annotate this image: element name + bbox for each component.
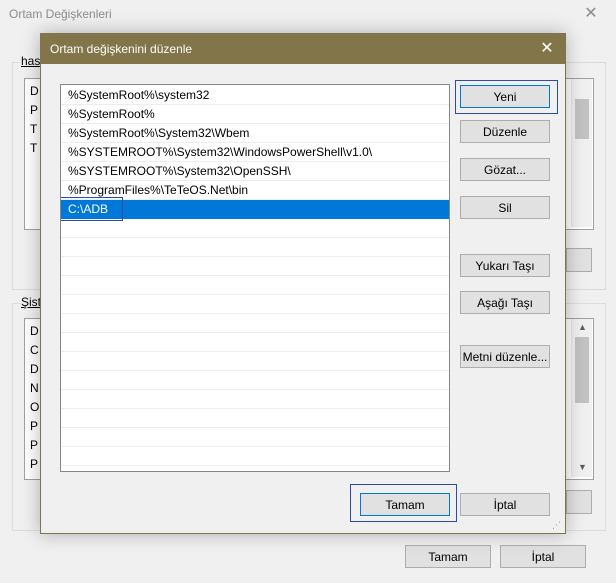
edit-env-variable-dialog: Ortam değişkenini düzenle ✕ %SystemRoot%… — [40, 33, 566, 534]
empty-list-row — [61, 238, 449, 257]
dialog-titlebar[interactable]: Ortam değişkenini düzenle ✕ — [41, 34, 565, 64]
system-list-scrollbar[interactable]: ▲ ▼ — [571, 319, 592, 477]
ok-button[interactable]: Tamam — [360, 493, 450, 516]
parent-cancel-button[interactable]: İptal — [500, 545, 586, 568]
resize-grip-icon[interactable]: ⋰ — [552, 520, 562, 530]
move-down-button[interactable]: Aşağı Taşı — [460, 291, 550, 314]
empty-list-row — [61, 352, 449, 371]
path-list-item[interactable]: %SystemRoot%\System32\Wbem — [61, 124, 449, 143]
inline-edit-box[interactable] — [61, 197, 123, 221]
path-list-item[interactable]: %SystemRoot%\system32 — [61, 86, 449, 105]
scroll-down-icon[interactable]: ▼ — [574, 459, 591, 476]
empty-list-row — [61, 295, 449, 314]
empty-list-row — [61, 447, 449, 466]
parent-ok-button[interactable]: Tamam — [405, 545, 491, 568]
empty-list-row — [61, 314, 449, 333]
close-icon[interactable]: ✕ — [535, 37, 559, 61]
parent-close-icon[interactable]: ✕ — [576, 2, 606, 26]
edit-button[interactable]: Düzenle — [460, 120, 550, 143]
path-list-item[interactable]: %SystemRoot% — [61, 105, 449, 124]
path-list-item[interactable]: %SYSTEMROOT%\System32\WindowsPowerShell\… — [61, 143, 449, 162]
scroll-up-icon[interactable]: ▲ — [574, 319, 591, 336]
scrollbar-thumb[interactable] — [575, 99, 589, 139]
user-list-scrollbar[interactable] — [571, 79, 592, 227]
parent-system-button[interactable] — [566, 490, 592, 514]
path-list-item-selected[interactable]: C:\ADB — [61, 197, 449, 221]
browse-button[interactable]: Gözat... — [460, 158, 550, 181]
empty-list-row — [61, 257, 449, 276]
delete-button[interactable]: Sil — [460, 196, 550, 219]
dialog-title: Ortam değişkenini düzenle — [50, 42, 193, 56]
edit-text-button[interactable]: Metni düzenle... — [460, 345, 550, 368]
empty-list-row — [61, 219, 449, 238]
scrollbar-thumb[interactable] — [575, 337, 589, 403]
empty-list-row — [61, 390, 449, 409]
parent-window-title: Ortam Değişkenleri — [9, 7, 112, 21]
empty-list-row — [61, 333, 449, 352]
system-variables-label: Şist — [20, 295, 43, 309]
cancel-button[interactable]: İptal — [460, 493, 550, 516]
parent-user-button[interactable] — [566, 248, 592, 272]
path-list-item[interactable]: %SYSTEMROOT%\System32\OpenSSH\ — [61, 162, 449, 181]
empty-list-row — [61, 371, 449, 390]
empty-list-row — [61, 276, 449, 295]
empty-list-row — [61, 409, 449, 428]
move-up-button[interactable]: Yukarı Taşı — [460, 254, 550, 277]
path-list[interactable]: %SystemRoot%\system32 %SystemRoot% %Syst… — [60, 84, 450, 472]
empty-list-row — [61, 428, 449, 447]
new-button[interactable]: Yeni — [460, 85, 550, 108]
